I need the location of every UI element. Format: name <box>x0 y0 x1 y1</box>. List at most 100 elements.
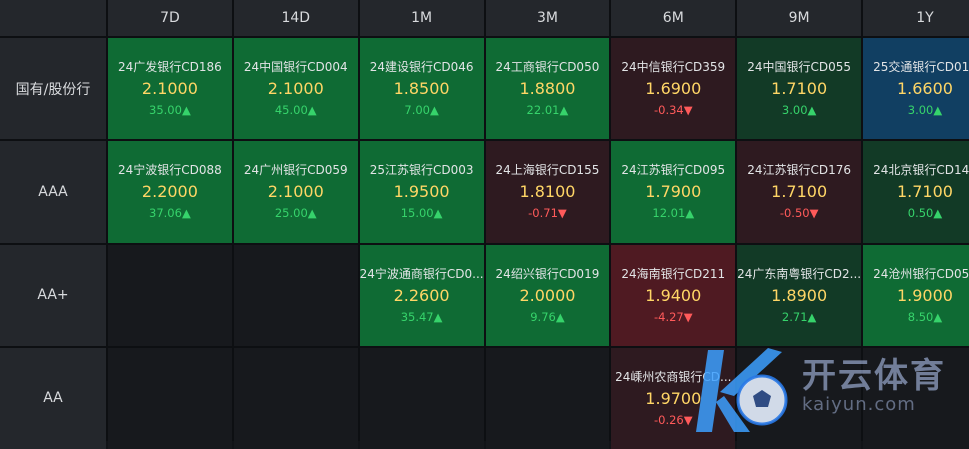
change-value: 45.00▲ <box>275 102 317 118</box>
rate-value: 2.2000 <box>141 182 198 202</box>
arrow-down-icon: ▼ <box>683 309 693 324</box>
change-amount: 25.00 <box>274 206 308 221</box>
empty-cell <box>108 347 232 449</box>
arrow-up-icon: ▲ <box>807 103 817 118</box>
issuer-name: 24沧州银行CD054 <box>873 266 969 281</box>
rate-value: 2.1000 <box>267 79 324 99</box>
arrow-up-icon: ▲ <box>559 103 569 118</box>
column-header-3m[interactable]: 3M <box>485 0 610 36</box>
rate-value: 1.8800 <box>519 79 576 99</box>
arrow-down-icon: ▼ <box>809 206 819 221</box>
rate-cell[interactable]: 24中国银行CD055 1.7100 3.00▲ <box>737 38 862 140</box>
issuer-name: 24中国银行CD004 <box>243 60 348 75</box>
rate-cell[interactable]: 25江苏银行CD003 1.9500 15.00▲ <box>359 141 484 243</box>
row-label: AA+ <box>0 244 106 346</box>
rate-cell[interactable]: 24广州银行CD059 2.1000 25.00▲ <box>233 141 358 243</box>
change-value: 0.50▲ <box>908 205 942 221</box>
arrow-up-icon: ▲ <box>181 103 191 118</box>
column-header-7d[interactable]: 7D <box>108 0 232 36</box>
arrow-up-icon: ▲ <box>307 103 317 118</box>
issuer-name: 24广东南粤银行CD2... <box>737 266 862 281</box>
arrow-down-icon: ▼ <box>557 206 567 221</box>
arrow-up-icon: ▲ <box>933 103 943 118</box>
rate-cell[interactable]: 24中信银行CD359 1.6900 -0.34▼ <box>611 38 736 140</box>
arrow-up-icon: ▲ <box>933 309 943 324</box>
column-header-6m[interactable]: 6M <box>611 0 736 36</box>
issuer-name: 24上海银行CD155 <box>495 163 600 178</box>
rate-cell[interactable]: 24绍兴银行CD019 2.0000 9.76▲ <box>485 244 610 346</box>
rate-cell[interactable]: 24海南银行CD211 1.9400 -4.27▼ <box>611 244 736 346</box>
empty-cell <box>359 347 484 449</box>
issuer-name: 24绍兴银行CD019 <box>495 266 600 281</box>
rate-value: 1.9700 <box>645 388 702 408</box>
issuer-name: 24江苏银行CD095 <box>621 163 726 178</box>
rate-cell[interactable]: 24宁波通商银行CD0... 2.2600 35.47▲ <box>359 244 484 346</box>
change-amount: 35.47 <box>400 309 434 324</box>
change-amount: 35.00 <box>149 103 182 118</box>
change-amount: 3.00 <box>907 103 934 118</box>
rate-value: 1.6600 <box>896 79 953 99</box>
change-value: -0.34▼ <box>654 102 693 118</box>
issuer-name: 24中信银行CD359 <box>621 60 726 75</box>
rate-value: 1.8500 <box>393 79 450 99</box>
column-header-9m[interactable]: 9M <box>737 0 862 36</box>
issuer-name: 24建设银行CD046 <box>369 60 474 75</box>
rate-value: 1.8900 <box>771 285 828 305</box>
rate-cell[interactable]: 24江苏银行CD095 1.7900 12.01▲ <box>611 141 736 243</box>
change-amount: -0.71 <box>528 206 558 221</box>
arrow-up-icon: ▲ <box>933 206 943 221</box>
empty-cell <box>485 347 610 449</box>
change-value: 25.00▲ <box>275 205 317 221</box>
rate-cell[interactable]: 24沧州银行CD054 1.9000 8.50▲ <box>863 244 969 346</box>
issuer-name: 24宁波银行CD088 <box>118 163 222 178</box>
rate-value: 1.7100 <box>896 182 953 202</box>
change-value: 3.00▲ <box>782 102 816 118</box>
rate-cell[interactable]: 24江苏银行CD176 1.7100 -0.50▼ <box>737 141 862 243</box>
change-value: 9.76▲ <box>530 309 564 325</box>
change-amount: 3.00 <box>781 103 808 118</box>
issuer-name: 24宁波通商银行CD0... <box>359 266 484 281</box>
row-label: AAA <box>0 141 106 243</box>
change-amount: 12.01 <box>652 206 686 221</box>
change-value: -0.50▼ <box>780 205 819 221</box>
change-value: 35.00▲ <box>149 102 191 118</box>
change-value: -4.27▼ <box>654 309 693 325</box>
rate-cell[interactable]: 24上海银行CD155 1.8100 -0.71▼ <box>485 141 610 243</box>
column-header-14d[interactable]: 14D <box>233 0 358 36</box>
rate-cell[interactable]: 24工商银行CD050 1.8800 22.01▲ <box>485 38 610 140</box>
row-label: AA <box>0 347 106 449</box>
column-header-1y[interactable]: 1Y <box>863 0 969 36</box>
change-amount: -0.34 <box>653 103 684 118</box>
change-amount: -0.26 <box>653 412 684 427</box>
rate-value: 2.0000 <box>519 285 576 305</box>
empty-cell <box>737 347 862 449</box>
rate-cell[interactable]: 24广发银行CD186 2.1000 35.00▲ <box>108 38 232 140</box>
rate-cell[interactable]: 25交通银行CD013 1.6600 3.00▲ <box>863 38 969 140</box>
issuer-name: 24中国银行CD055 <box>747 60 852 75</box>
rate-matrix: 7D 14D 1M 3M 6M 9M 1Y 国有/股份行 24广发银行CD186 2… <box>0 0 969 449</box>
arrow-up-icon: ▲ <box>685 206 695 221</box>
change-amount: 7.00 <box>404 103 430 118</box>
arrow-up-icon: ▲ <box>307 206 317 221</box>
column-header-1m[interactable]: 1M <box>359 0 484 36</box>
arrow-down-icon: ▼ <box>683 412 693 427</box>
change-amount: 37.06 <box>149 206 182 221</box>
change-amount: 9.76 <box>530 309 556 324</box>
change-value: 22.01▲ <box>527 102 569 118</box>
issuer-name: 24广州银行CD059 <box>243 163 348 178</box>
row-label: 国有/股份行 <box>0 38 106 140</box>
change-amount: -0.50 <box>779 206 810 221</box>
change-value: 37.06▲ <box>149 205 191 221</box>
rate-cell[interactable]: 24嵊州农商银行CD... 1.9700 -0.26▼ <box>611 347 736 449</box>
change-value: -0.71▼ <box>528 205 567 221</box>
arrow-up-icon: ▲ <box>555 309 565 324</box>
rate-cell[interactable]: 24中国银行CD004 2.1000 45.00▲ <box>233 38 358 140</box>
rate-cell[interactable]: 24北京银行CD145 1.7100 0.50▲ <box>863 141 969 243</box>
issuer-name: 24嵊州农商银行CD... <box>615 369 732 384</box>
rate-cell[interactable]: 24建设银行CD046 1.8500 7.00▲ <box>359 38 484 140</box>
rate-cell[interactable]: 24宁波银行CD088 2.2000 37.06▲ <box>108 141 232 243</box>
empty-cell <box>233 244 358 346</box>
change-amount: 15.00 <box>400 206 434 221</box>
rate-value: 1.7100 <box>771 182 828 202</box>
rate-cell[interactable]: 24广东南粤银行CD2... 1.8900 2.71▲ <box>737 244 862 346</box>
